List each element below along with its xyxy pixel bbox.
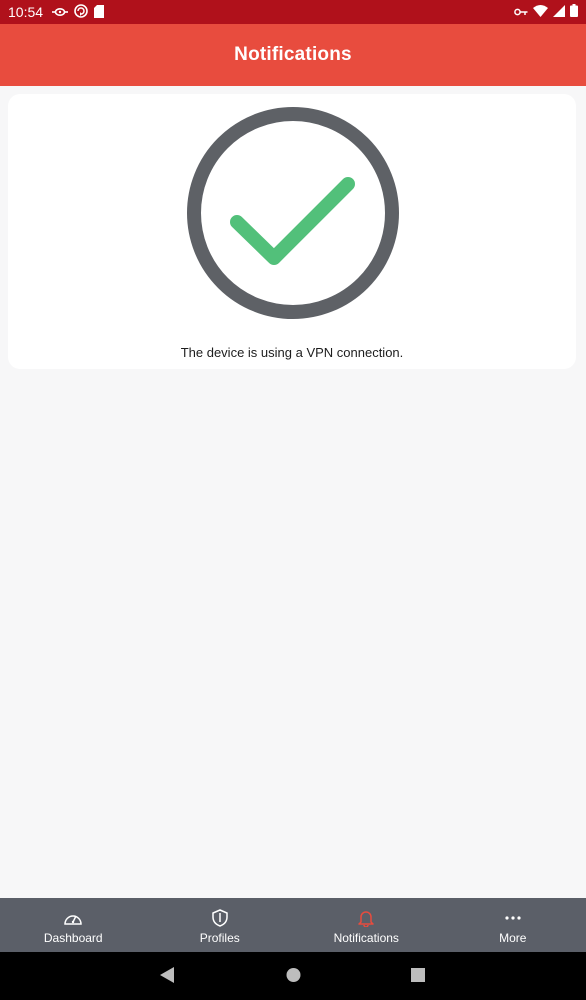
battery-icon [570, 4, 578, 22]
key-icon [514, 4, 528, 22]
status-left-icons [52, 4, 104, 23]
sim-card-icon [94, 4, 104, 23]
nav-more-label: More [499, 931, 527, 945]
vpn-key-icon [52, 5, 68, 23]
check-circle-icon [187, 107, 399, 319]
recents-icon[interactable] [411, 967, 425, 988]
more-dots-icon [505, 909, 521, 927]
bell-icon [358, 909, 374, 927]
status-right-icons [514, 4, 578, 22]
vpn-status-card: The device is using a VPN connection. [8, 94, 576, 369]
nav-notifications[interactable]: Notifications [293, 898, 440, 952]
vpn-status-message: The device is using a VPN connection. [180, 345, 404, 360]
signal-icon [553, 4, 565, 22]
nav-notifications-label: Notifications [333, 931, 399, 945]
sync-icon [74, 4, 88, 23]
nav-dashboard[interactable]: Dashboard [0, 898, 147, 952]
nav-profiles[interactable]: Profiles [147, 898, 294, 952]
app-bar: Notifications [0, 24, 586, 86]
nav-dashboard-label: Dashboard [43, 931, 103, 945]
bottom-nav: Dashboard Profiles Notifications More [0, 898, 586, 952]
content-area: The device is using a VPN connection. [0, 86, 586, 898]
system-nav-bar [0, 952, 586, 1000]
page-title: Notifications [234, 44, 352, 65]
home-icon[interactable] [286, 967, 301, 988]
speedometer-icon [63, 909, 83, 927]
status-bar: 10:54 [0, 0, 586, 24]
status-time: 10:54 [8, 4, 44, 20]
nav-more[interactable]: More [440, 898, 586, 952]
back-icon[interactable] [160, 967, 174, 988]
shield-icon [212, 909, 228, 927]
wifi-icon [533, 4, 548, 22]
nav-profiles-label: Profiles [199, 931, 240, 945]
